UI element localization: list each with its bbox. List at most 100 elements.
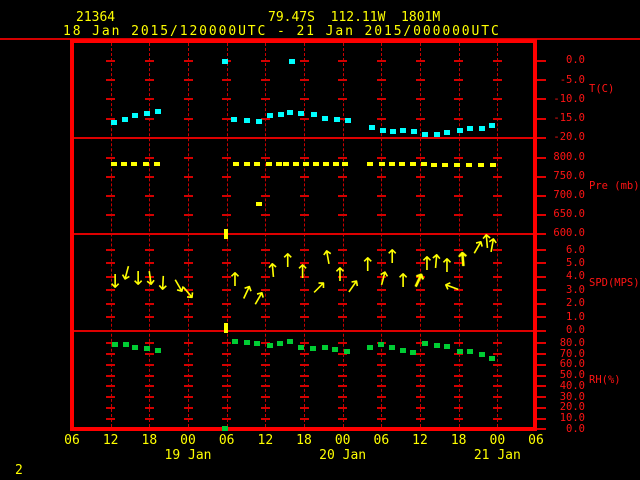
grid-tick-cross — [144, 316, 154, 319]
data-point-temperature — [379, 127, 386, 133]
data-point-pressure — [292, 162, 299, 167]
grid-tick-cross — [260, 213, 270, 216]
grid-tick-cross — [144, 117, 154, 120]
data-point-relative-humidity — [244, 339, 251, 345]
data-point-temperature — [154, 109, 161, 115]
hour-label: 06 — [218, 433, 235, 448]
grid-tick-cross — [492, 117, 502, 120]
grid-tick-cross — [338, 98, 348, 101]
grid-tick-cross — [454, 406, 464, 409]
data-point-pressure — [333, 162, 340, 167]
data-point-relative-humidity — [409, 350, 416, 356]
data-point-relative-humidity — [467, 349, 474, 355]
grid-tick-cross — [106, 385, 116, 388]
y-axis-tick-label: -10.0 — [553, 92, 585, 105]
grid-tick-cross — [222, 316, 232, 319]
grid-tick-cross — [415, 406, 425, 409]
grid-tick-cross — [338, 79, 348, 81]
grid-tick-cross — [415, 353, 425, 356]
panel-divider — [74, 137, 533, 139]
data-point-relative-humidity — [286, 338, 293, 344]
data-point-temperature — [298, 110, 305, 116]
grid-tick-cross — [492, 98, 502, 101]
grid-tick-cross — [492, 353, 502, 356]
grid-tick-cross — [299, 342, 309, 345]
hour-label: 12 — [102, 433, 119, 448]
grid-tick-cross — [415, 117, 425, 120]
data-point-pressure — [398, 162, 405, 167]
grid-tick-cross — [106, 406, 116, 409]
data-point-pressure — [130, 162, 137, 167]
grid-tick-cross — [415, 79, 425, 81]
data-point-relative-humidity — [266, 342, 273, 348]
grid-tick-cross — [492, 275, 502, 278]
hour-label: 18 — [141, 433, 158, 448]
panel-title: SPD(MPS) — [589, 277, 640, 289]
data-point-pressure — [478, 162, 485, 167]
grid-tick-cross — [338, 213, 348, 216]
grid-tick-cross — [144, 385, 154, 388]
data-point-pressure — [378, 162, 385, 167]
data-point-pressure — [232, 162, 239, 167]
grid-tick-cross — [454, 156, 464, 159]
grid-tick-cross — [260, 363, 270, 366]
data-point-relative-humidity — [456, 349, 463, 355]
data-point-temperature — [369, 124, 376, 130]
data-point-pressure — [110, 162, 117, 167]
grid-tick-cross — [376, 117, 386, 120]
grid-tick-cross — [376, 59, 386, 62]
grid-tick-cross — [454, 117, 464, 120]
grid-tick-cross — [183, 194, 193, 197]
grid-tick-cross — [222, 213, 232, 216]
grid-tick-cross — [299, 374, 309, 377]
grid-tick-cross — [222, 194, 232, 197]
grid-tick-cross — [144, 363, 154, 366]
grid-tick-cross — [260, 406, 270, 409]
vertical-gridline — [149, 43, 151, 427]
grid-tick-cross — [415, 98, 425, 101]
vertical-gridline — [188, 43, 189, 427]
grid-tick-cross — [222, 406, 232, 409]
plot-layer: 0.0 -5.0 -10.0 -15.0 -20.0 T(C) 800.0 750.0 700.… — [0, 0, 640, 480]
grid-tick-cross — [144, 194, 154, 197]
grid-tick-cross — [492, 194, 502, 197]
grid-tick-cross — [376, 353, 386, 356]
grid-tick-cross — [454, 417, 464, 420]
y-axis-tick-label: -20.0 — [553, 131, 585, 144]
data-point-pressure — [322, 162, 329, 167]
grid-tick-cross — [454, 396, 464, 399]
data-point-temperature — [344, 117, 351, 123]
y-axis-tick-label: 1.0 — [566, 310, 585, 323]
grid-tick-cross — [338, 417, 348, 420]
grid-tick-cross — [454, 374, 464, 377]
grid-tick-cross — [338, 385, 348, 388]
grid-tick-cross — [492, 59, 502, 62]
grid-tick-cross — [299, 98, 309, 101]
data-point-relative-humidity — [331, 347, 338, 353]
grid-tick-cross — [299, 194, 309, 197]
grid-tick-cross — [376, 363, 386, 366]
y-axis-tick-label: 4.0 — [566, 270, 585, 283]
data-point-temperature — [456, 127, 463, 133]
grid-tick-cross — [338, 374, 348, 377]
data-point-temperature — [311, 112, 318, 118]
y-axis-tick-label: 2.0 — [566, 297, 585, 310]
data-point-temperature — [444, 129, 451, 135]
data-point-temperature — [121, 117, 128, 123]
grid-tick-cross — [415, 249, 425, 251]
grid-tick-cross — [106, 396, 116, 399]
data-point-temperature — [255, 119, 262, 125]
grid-tick-cross — [338, 396, 348, 399]
grid-tick-cross — [415, 316, 425, 319]
grid-tick-cross — [106, 79, 116, 81]
data-point-temperature — [489, 122, 496, 128]
grid-tick-cross — [183, 417, 193, 420]
data-point-pressure — [244, 162, 251, 167]
grid-tick-cross — [183, 262, 193, 265]
grid-tick-cross — [415, 385, 425, 388]
grid-tick-cross — [144, 417, 154, 420]
data-point-relative-humidity — [253, 340, 260, 346]
data-point-pressure — [143, 162, 150, 167]
grid-tick-cross — [492, 175, 502, 178]
grid-tick-cross — [492, 385, 502, 388]
